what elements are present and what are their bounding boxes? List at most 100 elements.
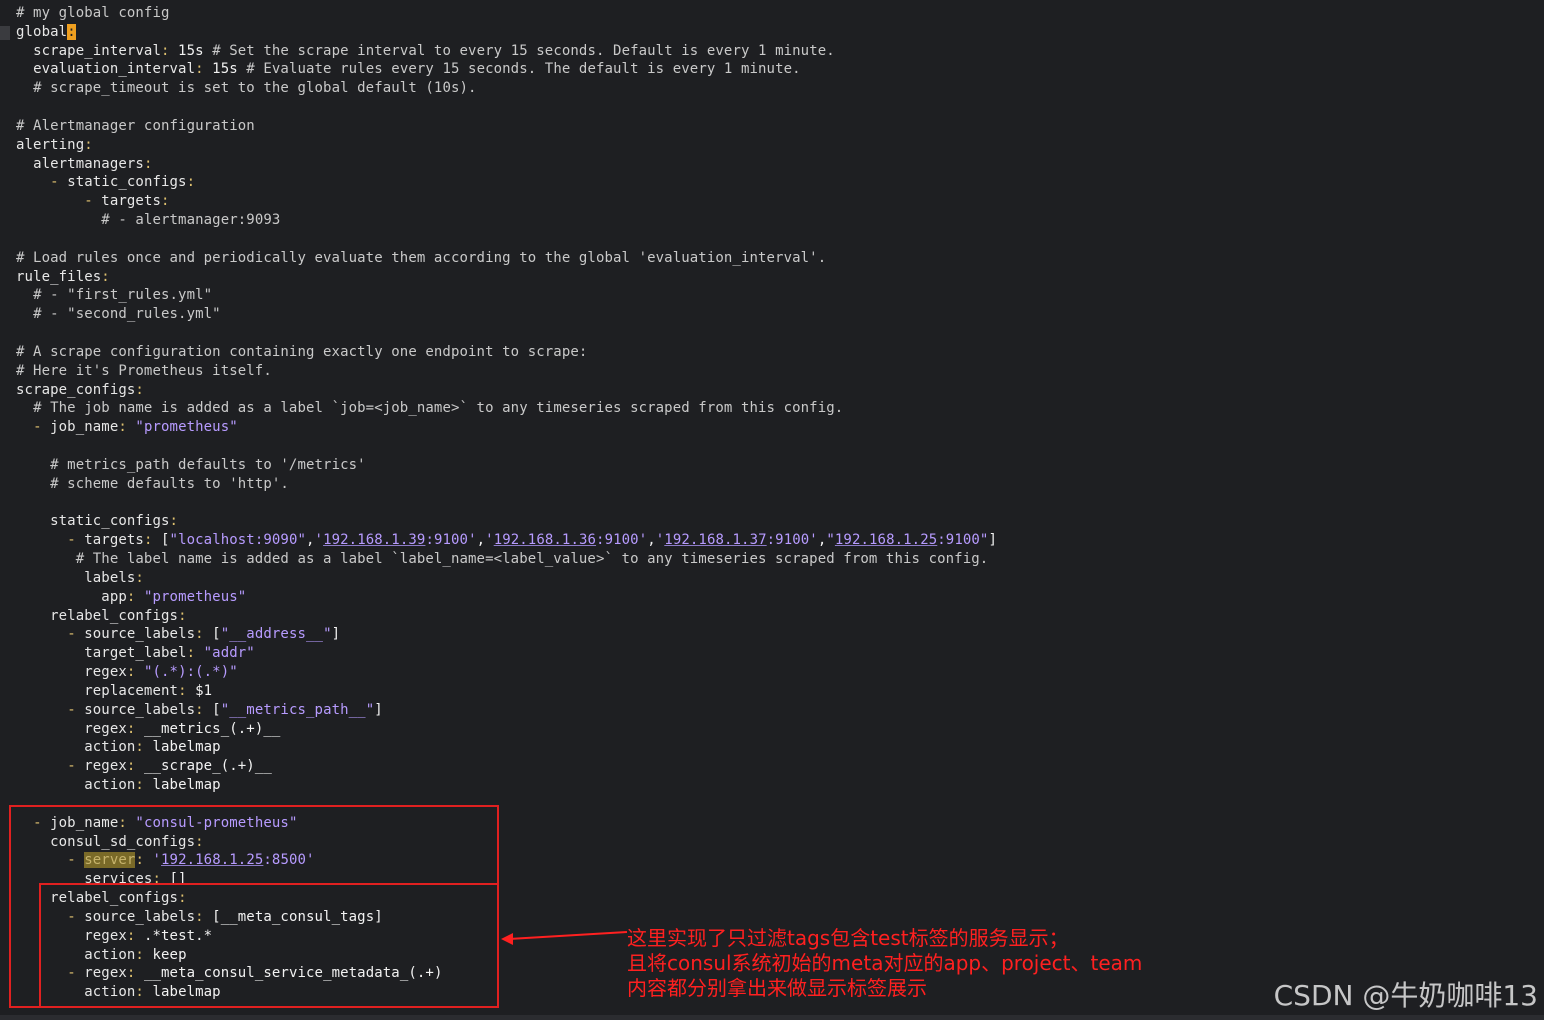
code-line[interactable]: # scrape_timeout is set to the global de…	[16, 79, 477, 98]
code-token: "prometheus"	[143, 588, 247, 605]
code-token: "__address__"	[220, 626, 332, 643]
code-line[interactable]: # my global config	[16, 4, 170, 23]
annotation-line-2: 且将consul系统初始的meta对应的app、project、team	[627, 951, 1143, 975]
code-token: # Set the scrape interval to every 15 se…	[212, 42, 835, 59]
code-token: __metrics_(.+)__	[135, 720, 281, 737]
annotation-line-1: 这里实现了只过滤tags包含test标签的服务显示；	[627, 926, 1069, 950]
code-token: :9100'	[766, 532, 818, 549]
code-token: :	[135, 739, 144, 756]
code-line[interactable]: alertmanagers:	[16, 155, 152, 174]
code-token: # Alertmanager configuration	[16, 117, 255, 134]
code-line[interactable]: # - alertmanager:9093	[16, 211, 280, 230]
code-line[interactable]: relabel_configs:	[16, 607, 187, 626]
code-token: regex	[84, 720, 127, 737]
code-token: :	[178, 607, 187, 624]
code-token: :	[195, 61, 204, 78]
code-token: ,	[476, 532, 486, 549]
code-token: 15s	[203, 61, 247, 78]
code-token: # Here it's Prometheus itself.	[16, 362, 272, 379]
code-line[interactable]: evaluation_interval: 15s # Evaluate rule…	[16, 60, 801, 79]
code-token: # my global config	[16, 5, 170, 21]
code-line[interactable]: action: labelmap	[16, 776, 221, 795]
code-line[interactable]: static_configs:	[16, 512, 178, 531]
code-token: 192.168.1.36	[493, 532, 597, 549]
code-token: -	[67, 626, 85, 643]
code-line[interactable]: # scheme defaults to 'http'.	[16, 475, 289, 494]
code-line[interactable]: - static_configs:	[16, 173, 195, 192]
code-token: :9100'	[425, 532, 477, 549]
code-token: # metrics_path defaults to '/metrics'	[50, 456, 366, 473]
code-token: job_name	[50, 419, 119, 436]
code-line[interactable]: labels:	[16, 569, 144, 588]
code-token: # The job name is added as a label `job=…	[33, 400, 844, 417]
code-line[interactable]: - source_labels: ["__address__"]	[16, 625, 340, 644]
code-line[interactable]: # Here it's Prometheus itself.	[16, 362, 272, 381]
annotation-line-3: 内容都分别拿出来做显示标签展示	[627, 976, 927, 1000]
code-token: :	[169, 513, 179, 530]
code-line[interactable]: - regex: __scrape_(.+)__	[16, 757, 272, 776]
code-token: -	[67, 532, 85, 549]
code-token: targets	[101, 193, 161, 210]
code-token: evaluation_interval	[33, 61, 196, 78]
code-token: scrape_configs	[16, 381, 136, 398]
status-strip	[0, 1015, 1544, 1020]
code-token: targets	[84, 532, 144, 549]
code-token: scrape_interval	[33, 42, 161, 59]
current-line-gutter	[0, 26, 10, 40]
code-token: $1	[186, 682, 213, 699]
code-line[interactable]: alerting:	[16, 136, 93, 155]
code-token: :9100'	[596, 532, 648, 549]
code-token: 192.168.1.37	[664, 532, 767, 549]
code-token: :	[135, 569, 144, 586]
code-token: -	[67, 701, 85, 718]
code-line[interactable]: scrape_configs:	[16, 381, 144, 400]
code-token: 192.168.1.39	[323, 532, 426, 549]
code-token: # scheme defaults to 'http'.	[50, 475, 289, 492]
code-line[interactable]: regex: "(.*):(.*)"	[16, 663, 238, 682]
code-line[interactable]: # - "first_rules.yml"	[16, 286, 212, 305]
code-line[interactable]: # The label name is added as a label `la…	[16, 550, 988, 569]
code-token: ]	[331, 626, 341, 643]
code-line[interactable]: # Load rules once and periodically evalu…	[16, 249, 826, 268]
annotation-arrow	[501, 931, 628, 945]
code-line[interactable]: - targets: ["localhost:9090",'192.168.1.…	[16, 531, 997, 550]
code-line[interactable]: action: labelmap	[16, 738, 221, 757]
code-token: labelmap	[143, 739, 221, 756]
code-line[interactable]: replacement: $1	[16, 682, 212, 701]
code-line[interactable]: - source_labels: ["__metrics_path__"]	[16, 701, 383, 720]
code-line[interactable]: # A scrape configuration containing exac…	[16, 343, 587, 362]
code-token: "__metrics_path__"	[220, 701, 375, 718]
code-line[interactable]: # The job name is added as a label `job=…	[16, 399, 843, 418]
code-line[interactable]: target_label: "addr"	[16, 644, 255, 663]
code-token: "addr"	[203, 645, 255, 662]
code-line[interactable]: # metrics_path defaults to '/metrics'	[16, 456, 366, 475]
code-token: [	[203, 701, 221, 718]
code-line[interactable]: app: "prometheus"	[16, 588, 246, 607]
code-line[interactable]: - targets:	[16, 192, 170, 211]
code-line[interactable]: regex: __metrics_(.+)__	[16, 720, 280, 739]
code-token: replacement	[84, 682, 179, 699]
code-line[interactable]: # Alertmanager configuration	[16, 117, 255, 136]
code-token: ,	[647, 532, 656, 549]
code-token: :	[67, 23, 76, 40]
code-line[interactable]: - job_name: "prometheus"	[16, 418, 238, 437]
code-line[interactable]: rule_files:	[16, 268, 110, 287]
code-line[interactable]: # - "second_rules.yml"	[16, 305, 221, 324]
code-line[interactable]: scrape_interval: 15s # Set the scrape in…	[16, 42, 835, 61]
code-token: # scrape_timeout is set to the global de…	[33, 80, 477, 97]
code-line[interactable]: global:	[16, 23, 76, 42]
